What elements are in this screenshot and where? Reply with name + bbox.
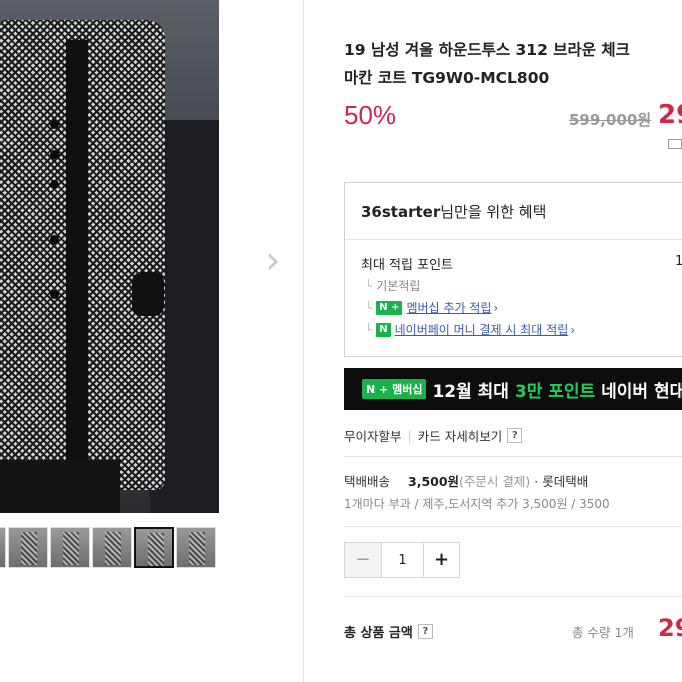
membership-points-row: └ N + 멤버십 추가 적립 ›	[365, 299, 498, 316]
total-price-label-row: 총 상품 금액 ?	[344, 622, 433, 641]
chevron-right-icon[interactable]: ›	[258, 240, 288, 280]
original-price: 599,000원	[569, 111, 652, 129]
thumbnail-active[interactable]	[134, 527, 174, 568]
shipping-row: 택배배송 3,500원(주문시 결제) · 롯데택배	[344, 471, 588, 490]
product-info: 19 남성 겨울 하운드투스 312 브라운 체크 마칸 코트 TG9W0-MC…	[344, 0, 682, 682]
npay-points-link[interactable]: 네이버페이 머니 결제 시 최대 적립	[395, 321, 569, 338]
mannequin-legs	[0, 460, 120, 513]
naver-membership-badge-icon: N + 멤버십	[362, 379, 427, 399]
coat-inner	[66, 40, 88, 460]
tree-branch-icon: └	[365, 278, 373, 293]
basic-points-row: └ 기본적립	[365, 277, 420, 294]
coat-button	[50, 290, 59, 299]
help-icon[interactable]: ?	[507, 428, 523, 443]
membership-points-link[interactable]: 멤버십 추가 적립	[406, 299, 491, 316]
banner-text: 12월 최대 3만 포인트 네이버 현대카	[432, 377, 682, 402]
chevron-right-icon: ›	[493, 300, 499, 315]
naver-plus-badge-icon: N +	[376, 300, 403, 315]
divider	[344, 526, 682, 527]
quantity-stepper: − +	[344, 542, 460, 578]
promo-banner[interactable]: N + 멤버십 12월 최대 3만 포인트 네이버 현대카	[344, 368, 682, 410]
divider	[345, 239, 682, 240]
discount-rate: 50%	[344, 100, 397, 130]
banner-highlight: 3만 포인트	[514, 381, 596, 402]
shipping-fee: 3,500원	[408, 474, 460, 489]
shipping-carrier: · 롯데택배	[534, 474, 589, 489]
thumbnail[interactable]	[50, 527, 90, 568]
decrease-quantity-button[interactable]: −	[345, 543, 381, 577]
thumbnail[interactable]	[176, 527, 216, 568]
separator: |	[407, 428, 412, 443]
user-id: 36starter	[361, 203, 441, 221]
tree-branch-icon: └	[365, 300, 373, 315]
installment-row: 무이자할부 | 카드 자세히보기 ?	[344, 426, 523, 445]
increase-quantity-button[interactable]: +	[423, 543, 459, 577]
banner-text-before: 12월 최대	[432, 381, 515, 402]
divider	[344, 596, 682, 597]
benefit-title-suffix: 님만을 위한 혜택	[440, 203, 547, 221]
thumbnail[interactable]	[92, 527, 132, 568]
coat-button	[50, 120, 59, 129]
product-title: 19 남성 겨울 하운드투스 312 브라운 체크 마칸 코트 TG9W0-MC…	[344, 36, 682, 92]
naver-pay-badge-icon: N	[376, 322, 391, 337]
coat-button	[50, 150, 59, 159]
chevron-right-icon: ›	[570, 322, 576, 337]
total-price: 29	[658, 614, 682, 642]
quantity-input[interactable]	[381, 543, 423, 577]
benefit-title: 36starter님만을 위한 혜택	[361, 201, 546, 222]
max-points-value: 1	[675, 254, 682, 269]
mannequin-hand	[132, 272, 164, 316]
banner-text-after: 네이버 현대카	[601, 381, 682, 402]
installment-label: 무이자할부	[344, 429, 402, 444]
divider	[344, 456, 682, 457]
coat-button	[50, 235, 59, 244]
tree-branch-icon: └	[365, 322, 373, 337]
thumbnail[interactable]	[0, 527, 6, 568]
basic-points-label: 기본적립	[376, 279, 421, 293]
title-line-1: 19 남성 겨울 하운드투스 312 브라운 체크	[344, 41, 630, 59]
max-points-label: 최대 적립 포인트	[361, 258, 453, 273]
total-price-label: 총 상품 금액	[344, 626, 413, 641]
title-line-2: 마칸 코트 TG9W0-MCL800	[344, 69, 550, 87]
coat-button	[50, 180, 59, 189]
sale-price: 29	[658, 100, 682, 130]
shipping-note: 1개마다 부과 / 제주,도서지역 추가 3,500원 / 3500	[344, 497, 610, 511]
shipping-condition: (주문시 결제)	[459, 474, 531, 489]
npay-points-row: └ N 네이버페이 머니 결제 시 최대 적립 ›	[365, 321, 575, 338]
thumbnail-strip	[0, 527, 219, 569]
thumbnail[interactable]	[8, 527, 48, 568]
total-quantity: 총 수량 1개	[572, 625, 634, 640]
help-icon[interactable]: ?	[417, 624, 433, 639]
product-gallery: ›	[0, 0, 304, 682]
share-icon[interactable]	[668, 139, 682, 149]
product-main-image[interactable]	[0, 0, 219, 513]
card-details-link[interactable]: 카드 자세히보기	[418, 426, 502, 445]
shipping-method: 택배배송	[344, 474, 391, 489]
benefit-box: 36starter님만을 위한 혜택 최대 적립 포인트 1 └ 기본적립 └ …	[344, 182, 682, 357]
